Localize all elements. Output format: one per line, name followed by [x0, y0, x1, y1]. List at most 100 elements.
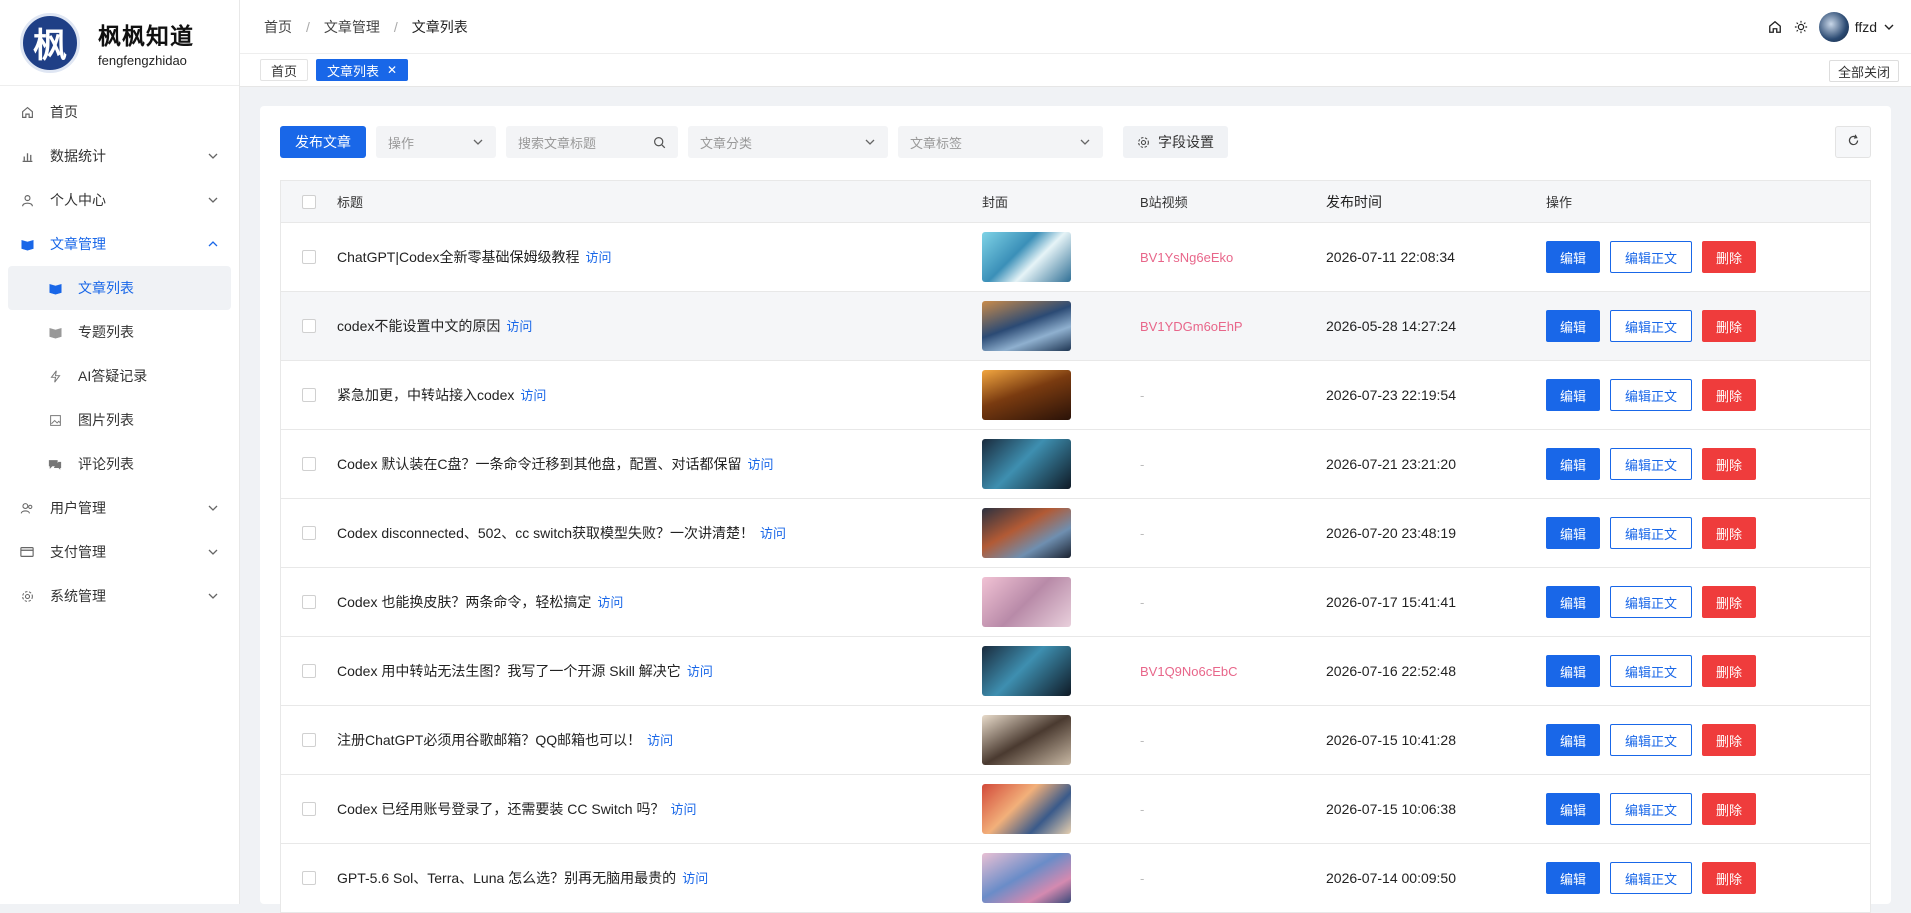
- delete-button[interactable]: 删除: [1702, 655, 1757, 687]
- cover-thumbnail[interactable]: [982, 370, 1071, 420]
- edit-button[interactable]: 编辑: [1546, 310, 1601, 342]
- edit-body-button[interactable]: 编辑正文: [1610, 241, 1693, 273]
- bili-video-id[interactable]: BV1Q9No6cEbC: [1140, 664, 1326, 679]
- action-select[interactable]: 操作: [376, 126, 496, 158]
- avatar[interactable]: [1818, 11, 1849, 42]
- edit-button[interactable]: 编辑: [1546, 655, 1601, 687]
- edit-button[interactable]: 编辑: [1546, 379, 1601, 411]
- edit-button[interactable]: 编辑: [1546, 793, 1601, 825]
- delete-button[interactable]: 删除: [1702, 586, 1757, 618]
- sidebar-item-users[interactable]: 用户管理: [0, 486, 239, 530]
- cover-thumbnail[interactable]: [982, 439, 1071, 489]
- visit-link[interactable]: 访问: [506, 319, 532, 334]
- edit-body-button[interactable]: 编辑正文: [1610, 517, 1693, 549]
- visit-link[interactable]: 访问: [760, 526, 786, 541]
- delete-button[interactable]: 删除: [1702, 448, 1757, 480]
- refresh-icon: [1847, 134, 1860, 150]
- edit-button[interactable]: 编辑: [1546, 517, 1601, 549]
- close-icon[interactable]: ✕: [387, 63, 397, 77]
- sidebar-item-home[interactable]: 首页: [0, 90, 239, 134]
- row-checkbox[interactable]: [302, 802, 316, 816]
- cover-thumbnail[interactable]: [982, 508, 1071, 558]
- edit-button[interactable]: 编辑: [1546, 448, 1601, 480]
- field-settings-button[interactable]: 字段设置: [1123, 126, 1228, 158]
- cover-thumbnail[interactable]: [982, 784, 1071, 834]
- edit-body-button[interactable]: 编辑正文: [1610, 586, 1693, 618]
- delete-button[interactable]: 删除: [1702, 310, 1757, 342]
- edit-button[interactable]: 编辑: [1546, 241, 1601, 273]
- sidebar-item-system[interactable]: 系统管理: [0, 574, 239, 618]
- cover-thumbnail[interactable]: [982, 232, 1071, 282]
- home-icon[interactable]: [1767, 19, 1783, 35]
- sun-icon[interactable]: [1793, 19, 1809, 35]
- select-all-checkbox[interactable]: [302, 194, 316, 209]
- edit-body-button[interactable]: 编辑正文: [1610, 655, 1693, 687]
- breadcrumb-item-home[interactable]: 首页: [264, 17, 292, 37]
- sidebar-item-article-list[interactable]: 文章列表: [8, 266, 231, 310]
- sidebar-item-payments[interactable]: 支付管理: [0, 530, 239, 574]
- visit-link[interactable]: 访问: [647, 733, 673, 748]
- search-input[interactable]: 搜索文章标题: [506, 126, 678, 158]
- sidebar-item-articles[interactable]: 文章管理: [0, 222, 239, 266]
- tag-select[interactable]: 文章标签: [898, 126, 1103, 158]
- row-checkbox[interactable]: [302, 526, 316, 540]
- visit-link[interactable]: 访问: [747, 457, 773, 472]
- visit-link[interactable]: 访问: [670, 802, 696, 817]
- table-row: Codex 用中转站无法生图？我写了一个开源 Skill 解决它 访问 BV1Q9N…: [281, 637, 1870, 706]
- row-checkbox[interactable]: [302, 595, 316, 609]
- row-checkbox[interactable]: [302, 871, 316, 885]
- chevron-down-icon[interactable]: [1881, 19, 1897, 35]
- visit-link[interactable]: 访问: [682, 871, 708, 886]
- close-all-button[interactable]: 全部关闭: [1828, 60, 1899, 82]
- search-icon[interactable]: [653, 136, 666, 149]
- edit-body-button[interactable]: 编辑正文: [1610, 379, 1693, 411]
- publish-article-button[interactable]: 发布文章: [280, 126, 366, 158]
- visit-link[interactable]: 访问: [585, 250, 611, 265]
- cover-thumbnail[interactable]: [982, 577, 1071, 627]
- visit-link[interactable]: 访问: [520, 388, 546, 403]
- cover-thumbnail[interactable]: [982, 853, 1071, 903]
- edit-body-button[interactable]: 编辑正文: [1610, 724, 1693, 756]
- sidebar-item-topic-list[interactable]: 专题列表: [8, 310, 231, 354]
- edit-button[interactable]: 编辑: [1546, 862, 1601, 894]
- delete-button[interactable]: 删除: [1702, 724, 1757, 756]
- sidebar-item-ai-qa[interactable]: AI答疑记录: [8, 354, 231, 398]
- cover-thumbnail[interactable]: [982, 301, 1071, 351]
- logo[interactable]: 枫 枫枫知道 fengfengzhidao: [0, 0, 239, 86]
- delete-button[interactable]: 删除: [1702, 517, 1757, 549]
- edit-body-button[interactable]: 编辑正文: [1610, 793, 1693, 825]
- tab-home[interactable]: 首页: [260, 59, 309, 81]
- sidebar-item-image-list[interactable]: 图片列表: [8, 398, 231, 442]
- edit-body-button[interactable]: 编辑正文: [1610, 862, 1693, 894]
- row-checkbox[interactable]: [302, 250, 316, 264]
- cover-thumbnail[interactable]: [982, 715, 1071, 765]
- sidebar-item-profile[interactable]: 个人中心: [0, 178, 239, 222]
- delete-button[interactable]: 删除: [1702, 379, 1757, 411]
- tab-article-list[interactable]: 文章列表 ✕: [316, 59, 409, 81]
- breadcrumb: 首页 / 文章管理 / 文章列表: [264, 17, 468, 37]
- row-checkbox[interactable]: [302, 733, 316, 747]
- delete-button[interactable]: 删除: [1702, 793, 1757, 825]
- category-select[interactable]: 文章分类: [688, 126, 888, 158]
- edit-body-button[interactable]: 编辑正文: [1610, 448, 1693, 480]
- publish-time: 2026-05-28 14:27:24: [1326, 318, 1456, 334]
- row-checkbox[interactable]: [302, 319, 316, 333]
- cover-thumbnail[interactable]: [982, 646, 1071, 696]
- edit-body-button[interactable]: 编辑正文: [1610, 310, 1693, 342]
- refresh-button[interactable]: [1835, 126, 1871, 158]
- visit-link[interactable]: 访问: [687, 664, 713, 679]
- breadcrumb-item-articles[interactable]: 文章管理: [324, 17, 380, 37]
- username[interactable]: ffzd: [1855, 19, 1877, 35]
- row-checkbox[interactable]: [302, 457, 316, 471]
- sidebar-item-comment-list[interactable]: 评论列表: [8, 442, 231, 486]
- sidebar-item-stats[interactable]: 数据统计: [0, 134, 239, 178]
- edit-button[interactable]: 编辑: [1546, 724, 1601, 756]
- edit-button[interactable]: 编辑: [1546, 586, 1601, 618]
- delete-button[interactable]: 删除: [1702, 241, 1757, 273]
- row-checkbox[interactable]: [302, 664, 316, 678]
- bili-video-id[interactable]: BV1YsNg6eEko: [1140, 250, 1326, 265]
- bili-video-id[interactable]: BV1YDGm6oEhP: [1140, 319, 1326, 334]
- delete-button[interactable]: 删除: [1702, 862, 1757, 894]
- visit-link[interactable]: 访问: [597, 595, 623, 610]
- row-checkbox[interactable]: [302, 388, 316, 402]
